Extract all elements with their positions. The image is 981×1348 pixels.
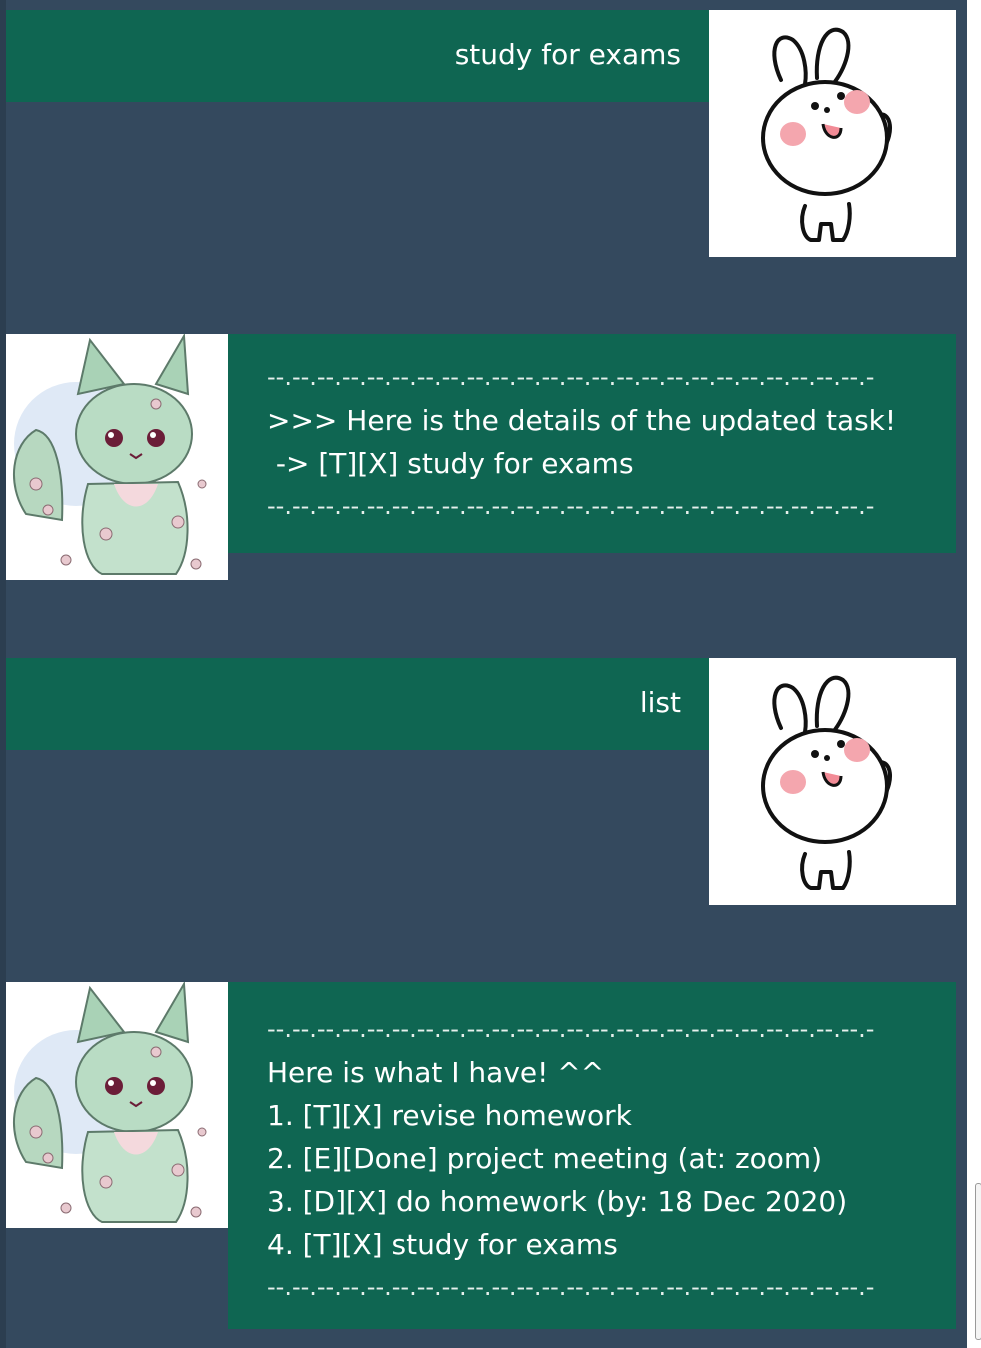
task-list-item: 4. [T][X] study for exams (267, 1228, 618, 1261)
bot-reply-bubble: --.--.--.--.--.--.--.--.--.--.--.--.--.-… (228, 334, 956, 553)
separator-line: --.--.--.--.--.--.--.--.--.--.--.--.--.-… (267, 1273, 875, 1301)
bunny-icon (761, 27, 892, 242)
bot-reply-content: --.--.--.--.--.--.--.--.--.--.--.--.--.-… (267, 356, 896, 528)
reply-text-line: -> [T][X] study for exams (267, 447, 634, 480)
bot-avatar (6, 982, 228, 1228)
task-list-item: 3. [D][X] do homework (by: 18 Dec 2020) (267, 1185, 848, 1218)
green-fox-icon (13, 982, 207, 1223)
scrollbar-thumb[interactable] (975, 1183, 981, 1340)
user-message-bubble: list (6, 658, 709, 750)
window-scrollbar[interactable] (967, 0, 981, 1348)
user-message-text: list (639, 686, 681, 719)
bot-avatar (6, 334, 228, 580)
bunny-icon (761, 675, 892, 890)
bot-reply-bubble: --.--.--.--.--.--.--.--.--.--.--.--.--.-… (228, 982, 956, 1329)
reply-text-line: >>> Here is the details of the updated t… (267, 404, 897, 437)
user-message-text: study for exams (454, 38, 681, 71)
task-list-item: 1. [T][X] revise homework (267, 1099, 632, 1132)
separator-line: --.--.--.--.--.--.--.--.--.--.--.--.--.-… (267, 363, 875, 391)
user-message-bubble: study for exams (6, 10, 709, 102)
bot-reply-content: --.--.--.--.--.--.--.--.--.--.--.--.--.-… (267, 1008, 874, 1309)
user-avatar (709, 10, 956, 257)
user-avatar (709, 658, 956, 905)
green-fox-icon (13, 334, 207, 575)
task-list-item: 2. [E][Done] project meeting (at: zoom) (267, 1142, 823, 1175)
reply-header: Here is what I have! ^^ (267, 1056, 605, 1089)
separator-line: --.--.--.--.--.--.--.--.--.--.--.--.--.-… (267, 492, 875, 520)
separator-line: --.--.--.--.--.--.--.--.--.--.--.--.--.-… (267, 1015, 875, 1043)
